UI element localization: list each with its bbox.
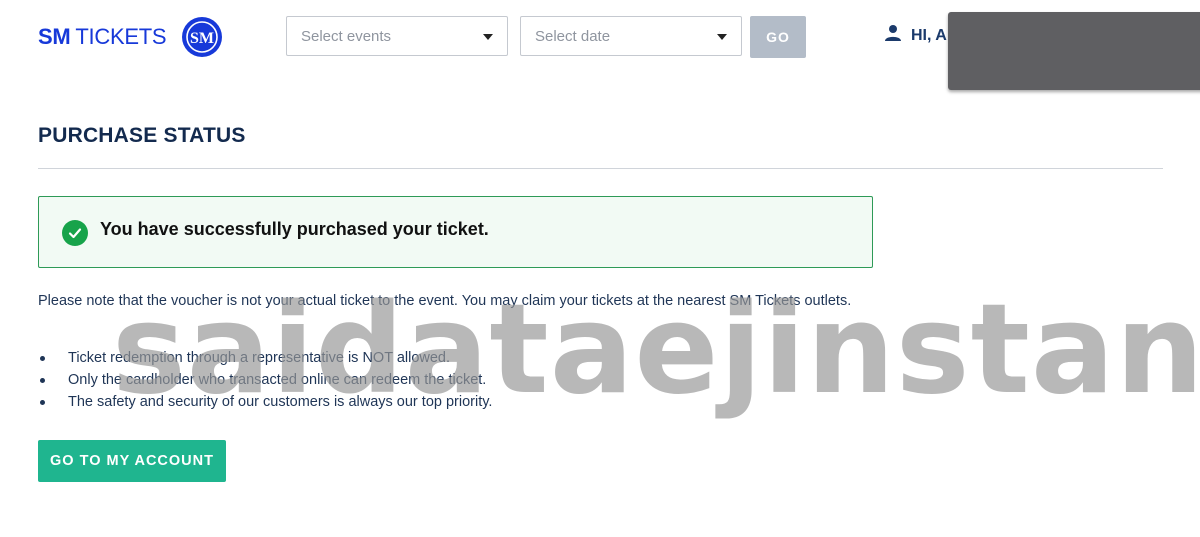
title-divider (38, 168, 1163, 169)
page-title: PURCHASE STATUS (38, 124, 246, 147)
date-select-placeholder: Select date (535, 28, 611, 45)
list-item: The safety and security of our customers… (38, 391, 492, 413)
list-item: Ticket redemption through a representati… (38, 347, 492, 369)
redaction-overlay (948, 12, 1200, 90)
brand-logo[interactable]: SM TICKETS SM (38, 17, 223, 57)
bullet-icon (40, 400, 45, 405)
go-to-my-account-button[interactable]: GO TO MY ACCOUNT (38, 440, 226, 482)
redemption-rules: Ticket redemption through a representati… (38, 347, 492, 413)
brand-wordmark-light: TICKETS (75, 24, 167, 49)
site-header: SM TICKETS SM Select events Select date G… (0, 0, 1200, 90)
bullet-icon (40, 378, 45, 383)
check-circle-icon (62, 220, 88, 246)
brand-wordmark: SM TICKETS (38, 24, 167, 50)
sm-logo-text: SM (190, 30, 214, 47)
list-item: Only the cardholder who transacted onlin… (38, 369, 492, 391)
voucher-note: Please note that the voucher is not your… (38, 293, 852, 309)
go-button[interactable]: GO (750, 16, 806, 58)
rule-text: Ticket redemption through a representati… (68, 350, 451, 366)
user-menu[interactable]: HI, A (884, 24, 947, 47)
events-select[interactable]: Select events (286, 16, 508, 56)
success-alert: You have successfully purchased your tic… (38, 196, 873, 268)
user-icon (884, 24, 902, 47)
chevron-down-icon (483, 34, 493, 40)
rule-text: Only the cardholder who transacted onlin… (68, 372, 487, 388)
date-select[interactable]: Select date (520, 16, 742, 56)
events-select-placeholder: Select events (301, 28, 392, 45)
rule-text: The safety and security of our customers… (68, 394, 493, 410)
success-message: You have successfully purchased your tic… (100, 219, 489, 239)
user-greeting: HI, A (911, 26, 947, 44)
chevron-down-icon (717, 34, 727, 40)
bullet-icon (40, 356, 45, 361)
brand-wordmark-bold: SM (38, 24, 71, 49)
sm-logo-icon: SM (182, 17, 223, 57)
